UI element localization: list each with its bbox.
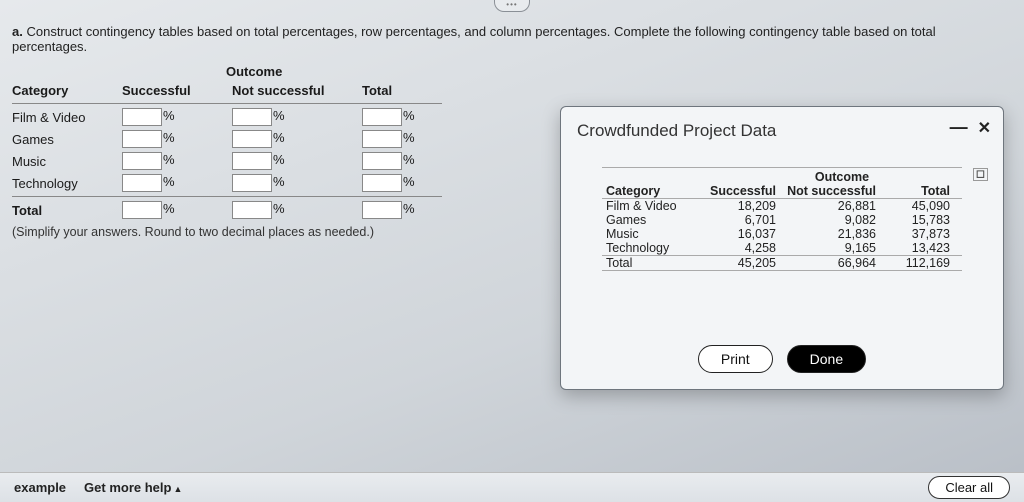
pct-symbol: %: [403, 108, 415, 123]
pct-symbol: %: [273, 130, 285, 145]
header-not-successful: Not successful: [232, 83, 362, 98]
pct-symbol: %: [273, 174, 285, 189]
data-row: Music 16,037 21,836 37,873: [602, 227, 962, 241]
cell: 9,082: [776, 213, 876, 227]
input-tech-notsuccessful[interactable]: [232, 174, 272, 192]
outcome-label-text: Outcome: [815, 170, 869, 184]
input-film-notsuccessful[interactable]: [232, 108, 272, 126]
cell: Music: [602, 227, 698, 241]
row-label: Games: [12, 132, 122, 147]
cell: 13,423: [876, 241, 954, 255]
header-total: Total: [362, 83, 452, 98]
pct-symbol: %: [163, 108, 175, 123]
cell: 45,090: [876, 199, 954, 213]
divider: [12, 103, 442, 104]
input-music-total[interactable]: [362, 152, 402, 170]
cell: 18,209: [698, 199, 776, 213]
close-icon[interactable]: ✕: [978, 118, 991, 138]
pct-symbol: %: [403, 152, 415, 167]
dh-not-successful: Not successful: [776, 184, 876, 198]
cell: 112,169: [876, 256, 954, 270]
data-row: Film & Video 18,209 26,881 45,090: [602, 199, 962, 213]
get-more-help-link[interactable]: Get more help▲: [84, 480, 182, 495]
get-more-help-label: Get more help: [84, 480, 171, 495]
question-prompt: a. Construct contingency tables based on…: [12, 24, 1012, 54]
cell: Total: [602, 256, 698, 270]
cell: 16,037: [698, 227, 776, 241]
pct-symbol: %: [273, 152, 285, 167]
cell: 6,701: [698, 213, 776, 227]
row-label: Technology: [12, 176, 122, 191]
cell: 15,783: [876, 213, 954, 227]
input-film-total[interactable]: [362, 108, 402, 126]
window-drag-handle[interactable]: [494, 0, 530, 12]
cell: 37,873: [876, 227, 954, 241]
divider: [12, 196, 442, 197]
data-row: Total 45,205 66,964 112,169: [602, 255, 962, 270]
data-dialog: Crowdfunded Project Data — ✕ Outcome ◻ C…: [560, 106, 1004, 390]
pct-symbol: %: [403, 201, 415, 216]
cell: 4,258: [698, 241, 776, 255]
dh-total: Total: [876, 184, 954, 198]
done-button[interactable]: Done: [787, 345, 866, 373]
input-games-total[interactable]: [362, 130, 402, 148]
expand-icon[interactable]: ◻: [973, 168, 988, 181]
footer-bar: example Get more help▲ Clear all: [0, 472, 1024, 502]
example-link[interactable]: example: [14, 480, 66, 495]
clear-all-button[interactable]: Clear all: [928, 476, 1010, 499]
cell: 45,205: [698, 256, 776, 270]
question-label: a.: [12, 24, 23, 39]
data-row: Technology 4,258 9,165 13,423: [602, 241, 962, 255]
pct-symbol: %: [403, 130, 415, 145]
header-successful: Successful: [122, 83, 232, 98]
dh-category: Category: [602, 184, 698, 198]
input-games-successful[interactable]: [122, 130, 162, 148]
pct-symbol: %: [163, 130, 175, 145]
cell: 66,964: [776, 256, 876, 270]
pct-symbol: %: [163, 201, 175, 216]
chevron-up-icon: ▲: [173, 484, 182, 494]
pct-symbol: %: [273, 108, 285, 123]
cell: Games: [602, 213, 698, 227]
data-outcome-header: Outcome ◻: [722, 168, 962, 184]
data-row: Games 6,701 9,082 15,783: [602, 213, 962, 227]
row-label: Total: [12, 203, 122, 218]
row-label: Music: [12, 154, 122, 169]
input-total-successful[interactable]: [122, 201, 162, 219]
pct-symbol: %: [273, 201, 285, 216]
cell: Technology: [602, 241, 698, 255]
input-games-notsuccessful[interactable]: [232, 130, 272, 148]
outcome-header: Outcome: [226, 64, 1012, 79]
input-music-notsuccessful[interactable]: [232, 152, 272, 170]
input-tech-successful[interactable]: [122, 174, 162, 192]
pct-symbol: %: [163, 174, 175, 189]
cell: Film & Video: [602, 199, 698, 213]
print-button[interactable]: Print: [698, 345, 773, 373]
input-total-total[interactable]: [362, 201, 402, 219]
cell: 9,165: [776, 241, 876, 255]
input-total-notsuccessful[interactable]: [232, 201, 272, 219]
cell: 26,881: [776, 199, 876, 213]
input-music-successful[interactable]: [122, 152, 162, 170]
row-label: Film & Video: [12, 110, 122, 125]
pct-symbol: %: [163, 152, 175, 167]
header-category: Category: [12, 83, 122, 98]
dh-successful: Successful: [698, 184, 776, 198]
question-text: Construct contingency tables based on to…: [12, 24, 936, 54]
dialog-title: Crowdfunded Project Data: [577, 121, 987, 141]
cell: 21,836: [776, 227, 876, 241]
input-tech-total[interactable]: [362, 174, 402, 192]
minimize-icon[interactable]: —: [950, 117, 968, 138]
data-table: Outcome ◻ Category Successful Not succes…: [602, 167, 962, 271]
pct-symbol: %: [403, 174, 415, 189]
input-film-successful[interactable]: [122, 108, 162, 126]
